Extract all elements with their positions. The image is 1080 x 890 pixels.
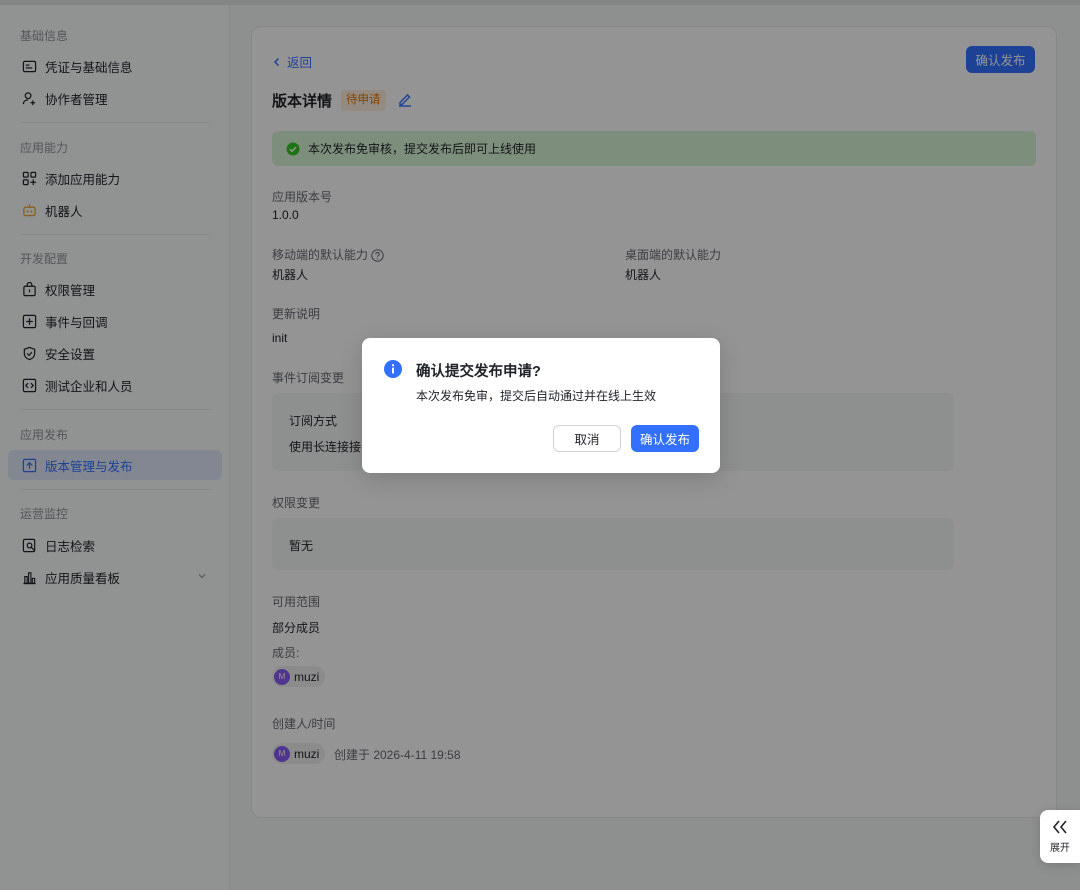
- dialog-title: 确认提交发布申请?: [416, 364, 541, 380]
- double-chevron-left-icon: [1052, 820, 1067, 834]
- expand-label: 展开: [1050, 843, 1070, 854]
- confirm-dialog: 确认提交发布申请? 本次发布免审，提交后自动通过并在线上生效 取消 确认发布: [362, 338, 720, 473]
- info-icon: [384, 360, 402, 378]
- dialog-description: 本次发布免审，提交后自动通过并在线上生效: [416, 389, 657, 403]
- cancel-button[interactable]: 取消: [553, 425, 621, 452]
- expand-panel-button[interactable]: 展开: [1040, 810, 1080, 863]
- dialog-confirm-button[interactable]: 确认发布: [631, 425, 699, 452]
